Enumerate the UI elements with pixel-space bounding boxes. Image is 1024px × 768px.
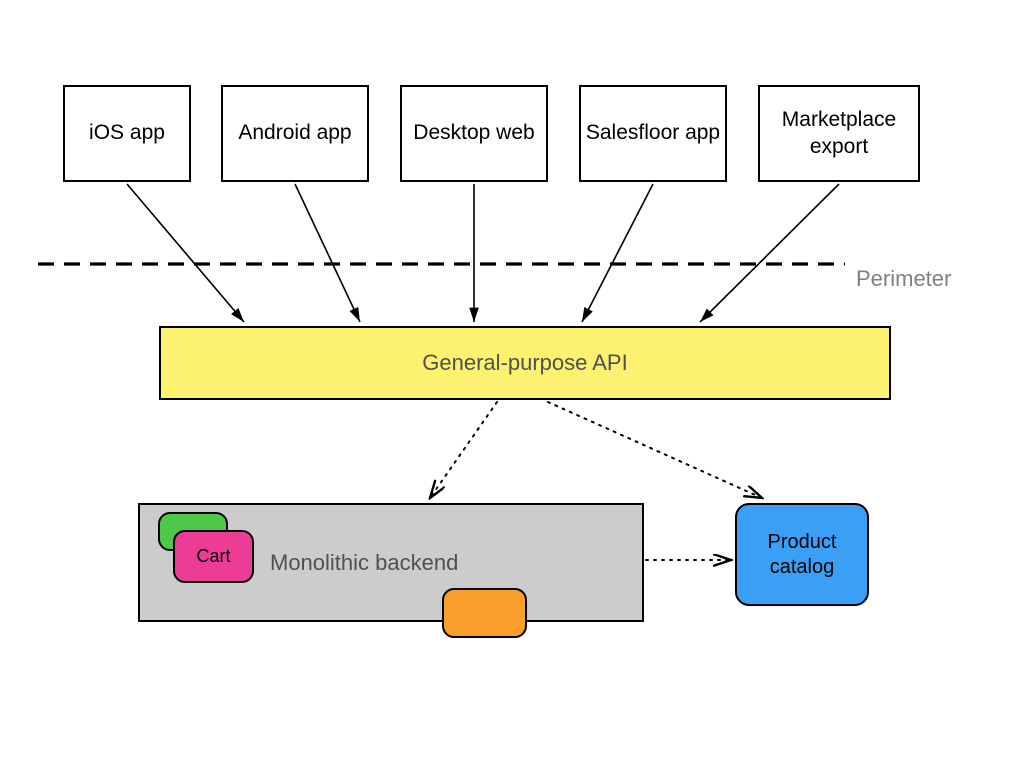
api-box: General-purpose API bbox=[159, 326, 891, 400]
client-desktop-label: Desktop web bbox=[413, 120, 534, 146]
catalog-box: Product catalog bbox=[735, 503, 869, 606]
client-ios-label: iOS app bbox=[89, 120, 165, 146]
backend-module-orange bbox=[442, 588, 527, 638]
arrow-android-to-api bbox=[295, 184, 360, 322]
perimeter-label: Perimeter bbox=[856, 266, 951, 292]
client-ios: iOS app bbox=[63, 85, 191, 182]
cart-label: Cart bbox=[196, 545, 230, 568]
arrow-api-to-backend bbox=[430, 402, 497, 498]
api-label: General-purpose API bbox=[422, 349, 627, 377]
arrow-api-to-catalog bbox=[548, 402, 762, 498]
client-marketplace-label: Marketplace export bbox=[760, 107, 918, 160]
architecture-diagram: iOS app Android app Desktop web Salesflo… bbox=[0, 0, 1024, 768]
arrow-ios-to-api bbox=[127, 184, 244, 322]
client-salesfloor-label: Salesfloor app bbox=[586, 120, 720, 146]
client-android: Android app bbox=[221, 85, 369, 182]
arrow-marketplace-to-api bbox=[700, 184, 839, 322]
client-android-label: Android app bbox=[238, 120, 351, 146]
backend-module-cart: Cart bbox=[173, 530, 254, 583]
backend-label: Monolithic backend bbox=[270, 549, 458, 577]
client-desktop: Desktop web bbox=[400, 85, 548, 182]
catalog-label: Product catalog bbox=[737, 530, 867, 580]
arrow-salesfloor-to-api bbox=[582, 184, 653, 322]
client-marketplace: Marketplace export bbox=[758, 85, 920, 182]
client-salesfloor: Salesfloor app bbox=[579, 85, 727, 182]
